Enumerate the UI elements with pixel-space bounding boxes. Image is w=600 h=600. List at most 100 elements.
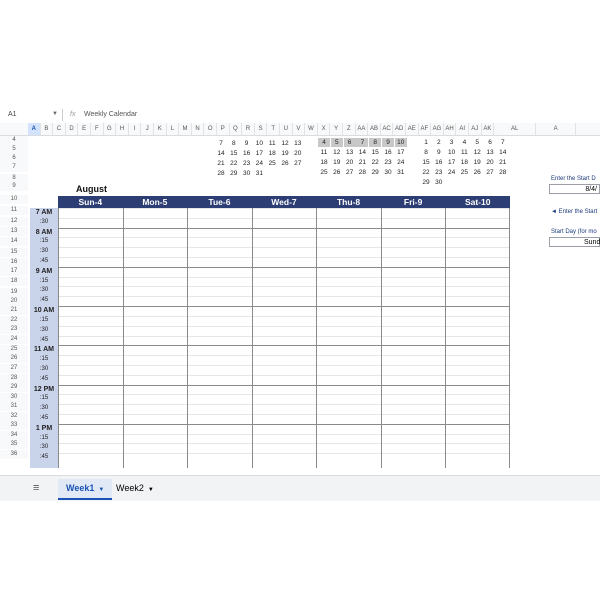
- column-header[interactable]: AE: [406, 123, 419, 135]
- row-header[interactable]: 31: [0, 402, 28, 411]
- tab-week1[interactable]: Week1 ▼: [58, 479, 113, 500]
- minical-day[interactable]: 15: [228, 149, 240, 158]
- minical-day[interactable]: 13: [292, 139, 304, 148]
- row-header[interactable]: 19: [0, 288, 28, 297]
- column-header[interactable]: AL: [494, 123, 537, 135]
- minical-day[interactable]: 7: [497, 138, 509, 147]
- row-header[interactable]: 12: [0, 217, 28, 226]
- column-header[interactable]: P: [217, 123, 230, 135]
- row-header[interactable]: 27: [0, 364, 28, 373]
- row-header[interactable]: 23: [0, 325, 28, 334]
- column-header[interactable]: U: [280, 123, 293, 135]
- minical-day[interactable]: 8: [228, 139, 240, 148]
- minical-day[interactable]: 14: [215, 149, 227, 158]
- column-header[interactable]: R: [242, 123, 255, 135]
- column-header[interactable]: N: [192, 123, 205, 135]
- minical-day[interactable]: 14: [356, 148, 368, 157]
- minical-day[interactable]: 21: [356, 158, 368, 167]
- column-header[interactable]: A: [536, 123, 577, 135]
- column-header[interactable]: AG: [431, 123, 444, 135]
- minical-day[interactable]: 29: [420, 178, 432, 187]
- minical-day[interactable]: 1: [420, 138, 432, 147]
- minical-day[interactable]: 16: [433, 158, 445, 167]
- column-header[interactable]: H: [116, 123, 129, 135]
- column-header[interactable]: S: [255, 123, 268, 135]
- minical-day[interactable]: 26: [471, 168, 483, 177]
- column-header[interactable]: M: [179, 123, 192, 135]
- all-sheets-menu-icon[interactable]: ≡: [33, 482, 39, 494]
- row-header[interactable]: 6: [0, 154, 28, 163]
- minical-day[interactable]: 17: [395, 148, 407, 157]
- minical-day[interactable]: 16: [382, 148, 394, 157]
- minical-day[interactable]: 11: [266, 139, 278, 148]
- minical-day[interactable]: 10: [446, 148, 458, 157]
- minical-day[interactable]: 28: [356, 168, 368, 177]
- column-header[interactable]: K: [154, 123, 167, 135]
- column-header[interactable]: I: [129, 123, 142, 135]
- row-header[interactable]: 24: [0, 335, 28, 344]
- minical-day[interactable]: 10: [253, 139, 265, 148]
- minical-day[interactable]: 12: [331, 148, 343, 157]
- column-header[interactable]: E: [78, 123, 91, 135]
- name-box[interactable]: A1: [8, 111, 17, 118]
- row-header[interactable]: 4: [0, 136, 28, 145]
- minical-day[interactable]: 21: [215, 159, 227, 168]
- minical-day[interactable]: 13: [344, 148, 356, 157]
- calendar-grid[interactable]: [58, 208, 510, 468]
- row-header[interactable]: 5: [0, 145, 28, 154]
- minical-day[interactable]: 11: [458, 148, 470, 157]
- minical-day[interactable]: 7: [356, 138, 369, 147]
- minical-day[interactable]: 17: [446, 158, 458, 167]
- minical-day[interactable]: 26: [331, 168, 343, 177]
- minical-day[interactable]: 9: [433, 148, 445, 157]
- minical-day[interactable]: 4: [318, 138, 330, 147]
- row-header[interactable]: 20: [0, 297, 28, 306]
- row-header[interactable]: 22: [0, 316, 28, 325]
- minical-day[interactable]: 12: [471, 148, 483, 157]
- column-header[interactable]: F: [91, 123, 104, 135]
- minical-day[interactable]: 22: [420, 168, 432, 177]
- minical-day[interactable]: 5: [471, 138, 483, 147]
- minical-day[interactable]: 15: [420, 158, 432, 167]
- column-header[interactable]: G: [104, 123, 117, 135]
- row-header[interactable]: 15: [0, 248, 28, 257]
- column-header[interactable]: X: [318, 123, 331, 135]
- minical-day[interactable]: 24: [395, 158, 407, 167]
- column-header[interactable]: L: [167, 123, 180, 135]
- minical-day[interactable]: 29: [369, 168, 381, 177]
- chevron-down-icon[interactable]: ▼: [98, 487, 104, 493]
- minical-day[interactable]: 8: [369, 138, 382, 147]
- row-header[interactable]: 10: [0, 195, 28, 204]
- row-header[interactable]: 17: [0, 267, 28, 276]
- row-header[interactable]: 9: [0, 182, 28, 191]
- minical-day[interactable]: 31: [253, 169, 265, 178]
- start-day-select[interactable]: Sund: [549, 237, 600, 247]
- column-header[interactable]: Z: [343, 123, 356, 135]
- column-header[interactable]: V: [293, 123, 306, 135]
- minical-day[interactable]: 10: [394, 138, 407, 147]
- minical-day[interactable]: 5: [330, 138, 343, 147]
- row-header[interactable]: 13: [0, 227, 28, 236]
- row-header[interactable]: 36: [0, 450, 28, 459]
- start-date-field[interactable]: 8/4/: [549, 184, 600, 194]
- column-header[interactable]: A: [28, 123, 41, 135]
- formula-input[interactable]: Weekly Calendar: [84, 111, 137, 118]
- minical-day[interactable]: 8: [420, 148, 432, 157]
- row-header[interactable]: 18: [0, 277, 28, 286]
- minical-day[interactable]: 30: [433, 178, 445, 187]
- select-all-corner[interactable]: [0, 123, 28, 135]
- row-header[interactable]: 28: [0, 374, 28, 383]
- minical-day[interactable]: 12: [279, 139, 291, 148]
- column-header[interactable]: AH: [444, 123, 457, 135]
- minical-day[interactable]: 24: [446, 168, 458, 177]
- minical-day[interactable]: 16: [241, 149, 253, 158]
- row-header[interactable]: 26: [0, 354, 28, 363]
- minical-day[interactable]: 24: [253, 159, 265, 168]
- minical-day[interactable]: 28: [497, 168, 509, 177]
- chevron-down-icon[interactable]: ▼: [148, 487, 154, 493]
- minical-day[interactable]: 22: [228, 159, 240, 168]
- row-header[interactable]: 16: [0, 258, 28, 267]
- column-header[interactable]: Y: [330, 123, 343, 135]
- column-header[interactable]: D: [66, 123, 79, 135]
- column-header[interactable]: O: [204, 123, 217, 135]
